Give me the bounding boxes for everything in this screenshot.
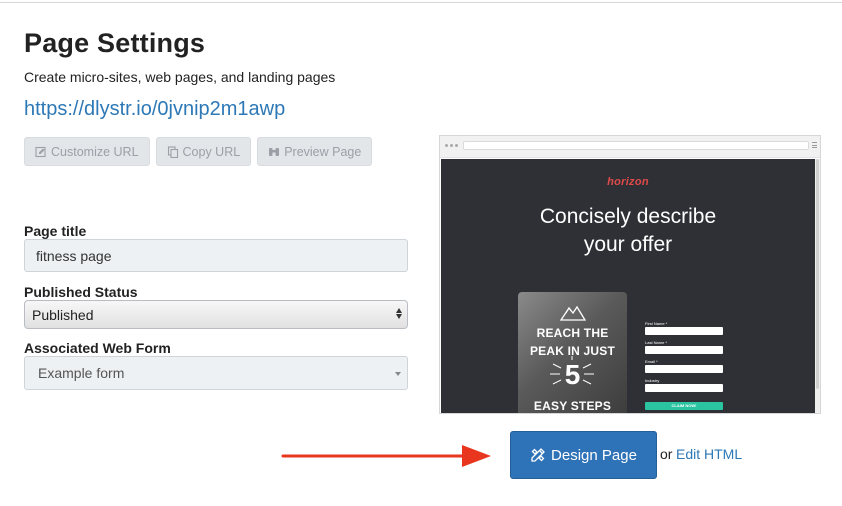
page-title-label: Page title (24, 223, 87, 239)
mountain-icon (560, 305, 586, 321)
preview-headline-line2: your offer (583, 233, 673, 256)
design-page-label: Design Page (551, 446, 637, 464)
preview-headline: Concisely describe your offer (441, 203, 815, 259)
preview-ebook-cover: REACH THE PEAK IN JUST 5 EASY STEPS (518, 292, 627, 413)
page-title-input[interactable]: fitness page (24, 239, 408, 272)
preview-form-label: First Name * (645, 321, 668, 326)
preview-claim-button: CLAIM NOW! (645, 402, 723, 410)
or-text: or (660, 446, 673, 462)
design-tools-icon (531, 448, 545, 462)
web-form-select[interactable]: Example form (24, 356, 408, 390)
preview-page-button[interactable]: Preview Page (257, 137, 373, 166)
web-form-value: Example form (38, 365, 125, 381)
preview-form-field (645, 346, 723, 354)
preview-form-label: Email * (645, 359, 658, 364)
customize-url-label: Customize URL (51, 144, 139, 159)
browser-chrome-bar (440, 136, 820, 158)
book-line-1: REACH THE (536, 326, 609, 340)
published-status-select[interactable]: Published (24, 300, 408, 329)
preview-form-field (645, 327, 723, 335)
copy-url-label: Copy URL (182, 144, 241, 159)
preview-brand-logo: horizon (607, 176, 649, 188)
top-divider (0, 0, 842, 3)
url-action-buttons: Customize URL Copy URL Preview Page (24, 137, 373, 166)
hamburger-icon (812, 142, 817, 148)
select-arrows-icon (396, 308, 402, 319)
preview-scrollbar-thumb[interactable] (816, 159, 819, 389)
preview-page-label: Preview Page (284, 144, 362, 159)
copy-icon (167, 145, 179, 158)
preview-form-field (645, 384, 723, 392)
book-number: 5 (564, 359, 581, 390)
published-status-label: Published Status (24, 284, 138, 300)
preview-form-label: Last Name * (645, 340, 668, 345)
red-arrow-annotation (281, 445, 491, 467)
preview-hero: horizon Concisely describe your offer RE… (441, 159, 815, 413)
binoculars-icon (268, 146, 280, 158)
edit-icon (35, 146, 47, 158)
chevron-down-icon (395, 372, 401, 376)
book-line-3: EASY STEPS (533, 399, 612, 413)
page-title: Page Settings (24, 28, 206, 58)
published-status-value: Published (32, 306, 94, 323)
preview-headline-line1: Concisely describe (539, 205, 717, 228)
page-preview-thumbnail[interactable]: horizon Concisely describe your offer RE… (439, 135, 821, 414)
preview-form-field (645, 365, 723, 373)
web-form-label: Associated Web Form (24, 340, 171, 356)
copy-url-button[interactable]: Copy URL (155, 137, 252, 166)
page-url-link[interactable]: https://dlystr.io/0jvnip2m1awp (24, 98, 285, 121)
preview-form-label: Industry (645, 378, 660, 383)
customize-url-button[interactable]: Customize URL (24, 137, 150, 166)
window-dots-icon (445, 144, 458, 147)
design-page-button[interactable]: Design Page (510, 431, 657, 479)
edit-html-link[interactable]: Edit HTML (676, 446, 742, 462)
page-subtitle: Create micro-sites, web pages, and landi… (24, 69, 336, 85)
address-bar (463, 141, 809, 150)
